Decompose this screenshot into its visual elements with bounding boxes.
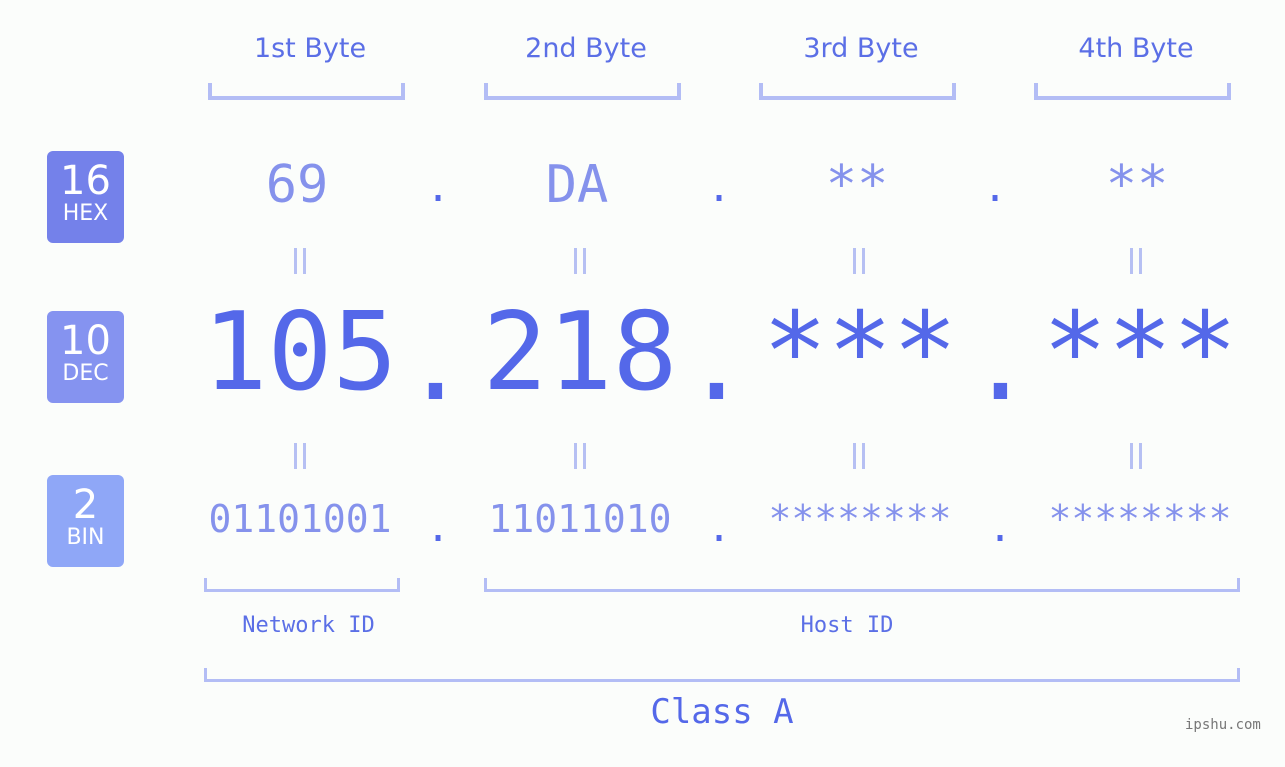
dec-badge: 10 DEC [47,311,124,403]
hex-badge: 16 HEX [47,151,124,243]
byte-bracket-4 [1034,83,1231,100]
equals-icon [294,443,306,469]
hex-byte-3: ** [825,155,889,215]
equals-sign [839,435,879,480]
bin-badge: 2 BIN [47,475,124,567]
equals-icon [853,443,865,469]
byte-header-3: 3rd Byte [803,33,919,64]
dec-base-label: DEC [62,361,109,386]
bin-byte-2: 11011010 [488,497,672,541]
class-bracket [204,668,1240,682]
equals-icon [853,248,865,274]
equals-sign [1116,435,1156,480]
bin-base-label: BIN [66,525,105,550]
bin-byte-4: ******** [1048,497,1232,541]
equals-icon [1130,248,1142,274]
host-id-bracket [484,578,1240,592]
hex-separator-1: . [426,165,451,211]
hex-byte-4: ** [1105,155,1169,215]
byte-header-2: 2nd Byte [525,33,647,64]
byte-header-1: 1st Byte [253,33,367,64]
network-id-label: Network ID [242,613,375,638]
bin-byte-3: ******** [768,497,952,541]
hex-base-label: HEX [62,201,109,226]
equals-sign [560,435,600,480]
byte-bracket-1 [208,83,405,100]
network-id-bracket [204,578,400,592]
hex-byte-1: 69 [265,155,329,215]
hex-separator-3: . [983,165,1008,211]
bin-byte-1: 01101001 [208,497,392,541]
dec-byte-1: 105 [202,290,398,415]
equals-sign [560,240,600,285]
dec-byte-2: 218 [482,290,678,415]
host-id-label: Host ID [800,613,894,638]
hex-base-number: 16 [60,158,111,204]
class-label: Class A [650,692,794,732]
bin-base-number: 2 [72,482,99,528]
equals-sign [280,240,320,285]
brand-watermark: ipshu.com [1185,717,1261,733]
equals-icon [1130,443,1142,469]
dec-byte-3: *** [762,290,958,415]
byte-bracket-3 [759,83,956,100]
hex-separator-2: . [707,165,732,211]
equals-icon [294,248,306,274]
dec-base-number: 10 [60,318,111,364]
hex-byte-2: DA [545,155,609,215]
equals-sign [280,435,320,480]
equals-icon [574,248,586,274]
equals-sign [839,240,879,285]
byte-bracket-2 [484,83,681,100]
equals-sign [1116,240,1156,285]
dec-byte-4: *** [1042,290,1238,415]
equals-icon [574,443,586,469]
byte-header-4: 4th Byte [1078,33,1194,64]
